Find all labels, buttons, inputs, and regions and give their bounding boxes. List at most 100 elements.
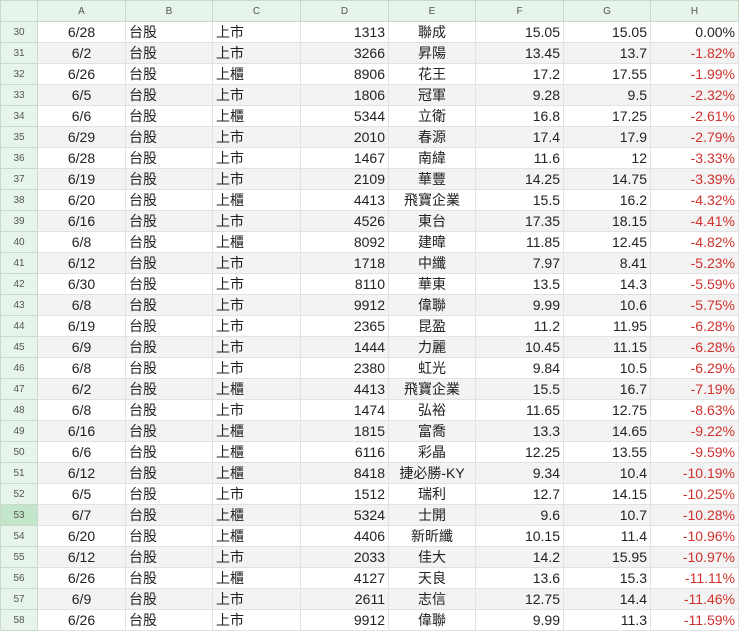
- select-all-corner[interactable]: [0, 0, 38, 22]
- cell-e[interactable]: 華豐: [388, 168, 476, 190]
- row-header[interactable]: 34: [0, 105, 38, 127]
- cell-e[interactable]: 富喬: [388, 420, 476, 442]
- cell-b[interactable]: 台股: [125, 147, 213, 169]
- cell-d[interactable]: 2109: [300, 168, 389, 190]
- cell-c[interactable]: 上市: [212, 588, 301, 610]
- row-header[interactable]: 47: [0, 378, 38, 400]
- row-header[interactable]: 43: [0, 294, 38, 316]
- cell-g[interactable]: 14.75: [563, 168, 651, 190]
- cell-b[interactable]: 台股: [125, 42, 213, 64]
- cell-f[interactable]: 7.97: [475, 252, 564, 274]
- cell-b[interactable]: 台股: [125, 105, 213, 127]
- cell-f[interactable]: 9.84: [475, 357, 564, 379]
- cell-d[interactable]: 4406: [300, 525, 389, 547]
- cell-g[interactable]: 13.55: [563, 441, 651, 463]
- row-header[interactable]: 49: [0, 420, 38, 442]
- cell-f[interactable]: 14.2: [475, 546, 564, 568]
- cell-d[interactable]: 9912: [300, 609, 389, 631]
- cell-g[interactable]: 16.7: [563, 378, 651, 400]
- cell-e[interactable]: 華東: [388, 273, 476, 295]
- row-header[interactable]: 51: [0, 462, 38, 484]
- row-header[interactable]: 30: [0, 21, 38, 43]
- cell-c[interactable]: 上市: [212, 147, 301, 169]
- cell-d[interactable]: 4526: [300, 210, 389, 232]
- cell-f[interactable]: 12.75: [475, 588, 564, 610]
- cell-h[interactable]: -1.82%: [650, 42, 739, 64]
- cell-h[interactable]: -10.96%: [650, 525, 739, 547]
- cell-e[interactable]: 志信: [388, 588, 476, 610]
- cell-g[interactable]: 11.3: [563, 609, 651, 631]
- cell-b[interactable]: 台股: [125, 525, 213, 547]
- column-header-e[interactable]: E: [388, 0, 476, 22]
- cell-c[interactable]: 上市: [212, 273, 301, 295]
- cell-d[interactable]: 2611: [300, 588, 389, 610]
- cell-a[interactable]: 6/19: [37, 168, 126, 190]
- row-header[interactable]: 37: [0, 168, 38, 190]
- cell-b[interactable]: 台股: [125, 315, 213, 337]
- cell-g[interactable]: 10.5: [563, 357, 651, 379]
- cell-h[interactable]: -5.59%: [650, 273, 739, 295]
- row-header[interactable]: 50: [0, 441, 38, 463]
- cell-c[interactable]: 上市: [212, 21, 301, 43]
- cell-f[interactable]: 9.6: [475, 504, 564, 526]
- row-header[interactable]: 52: [0, 483, 38, 505]
- cell-d[interactable]: 1718: [300, 252, 389, 274]
- row-header[interactable]: 33: [0, 84, 38, 106]
- cell-g[interactable]: 11.95: [563, 315, 651, 337]
- cell-f[interactable]: 13.3: [475, 420, 564, 442]
- cell-a[interactable]: 6/8: [37, 357, 126, 379]
- cell-e[interactable]: 飛寶企業: [388, 189, 476, 211]
- cell-a[interactable]: 6/2: [37, 42, 126, 64]
- cell-g[interactable]: 15.05: [563, 21, 651, 43]
- cell-e[interactable]: 偉聯: [388, 294, 476, 316]
- cell-e[interactable]: 佳大: [388, 546, 476, 568]
- cell-e[interactable]: 瑞利: [388, 483, 476, 505]
- cell-f[interactable]: 10.45: [475, 336, 564, 358]
- cell-g[interactable]: 10.6: [563, 294, 651, 316]
- cell-g[interactable]: 10.7: [563, 504, 651, 526]
- cell-f[interactable]: 11.6: [475, 147, 564, 169]
- cell-a[interactable]: 6/6: [37, 105, 126, 127]
- cell-b[interactable]: 台股: [125, 273, 213, 295]
- cell-h[interactable]: -11.46%: [650, 588, 739, 610]
- cell-e[interactable]: 力麗: [388, 336, 476, 358]
- column-header-g[interactable]: G: [563, 0, 651, 22]
- cell-c[interactable]: 上市: [212, 252, 301, 274]
- cell-h[interactable]: -2.32%: [650, 84, 739, 106]
- cell-b[interactable]: 台股: [125, 189, 213, 211]
- cell-a[interactable]: 6/29: [37, 126, 126, 148]
- cell-d[interactable]: 8110: [300, 273, 389, 295]
- cell-g[interactable]: 8.41: [563, 252, 651, 274]
- cell-h[interactable]: -3.33%: [650, 147, 739, 169]
- cell-c[interactable]: 上櫃: [212, 420, 301, 442]
- cell-g[interactable]: 17.25: [563, 105, 651, 127]
- cell-b[interactable]: 台股: [125, 588, 213, 610]
- cell-f[interactable]: 11.2: [475, 315, 564, 337]
- cell-c[interactable]: 上櫃: [212, 63, 301, 85]
- cell-a[interactable]: 6/28: [37, 21, 126, 43]
- cell-f[interactable]: 17.4: [475, 126, 564, 148]
- cell-f[interactable]: 10.15: [475, 525, 564, 547]
- cell-b[interactable]: 台股: [125, 546, 213, 568]
- cell-e[interactable]: 建暐: [388, 231, 476, 253]
- cell-f[interactable]: 9.99: [475, 609, 564, 631]
- cell-d[interactable]: 1467: [300, 147, 389, 169]
- cell-f[interactable]: 17.2: [475, 63, 564, 85]
- cell-b[interactable]: 台股: [125, 567, 213, 589]
- cell-g[interactable]: 12.45: [563, 231, 651, 253]
- cell-f[interactable]: 14.25: [475, 168, 564, 190]
- cell-h[interactable]: -10.19%: [650, 462, 739, 484]
- cell-e[interactable]: 偉聯: [388, 609, 476, 631]
- cell-a[interactable]: 6/12: [37, 546, 126, 568]
- cell-b[interactable]: 台股: [125, 252, 213, 274]
- cell-f[interactable]: 13.45: [475, 42, 564, 64]
- cell-h[interactable]: -9.59%: [650, 441, 739, 463]
- cell-c[interactable]: 上市: [212, 315, 301, 337]
- row-header[interactable]: 48: [0, 399, 38, 421]
- cell-e[interactable]: 飛寶企業: [388, 378, 476, 400]
- cell-a[interactable]: 6/9: [37, 336, 126, 358]
- cell-e[interactable]: 虹光: [388, 357, 476, 379]
- cell-h[interactable]: -10.97%: [650, 546, 739, 568]
- cell-h[interactable]: -1.99%: [650, 63, 739, 85]
- cell-b[interactable]: 台股: [125, 441, 213, 463]
